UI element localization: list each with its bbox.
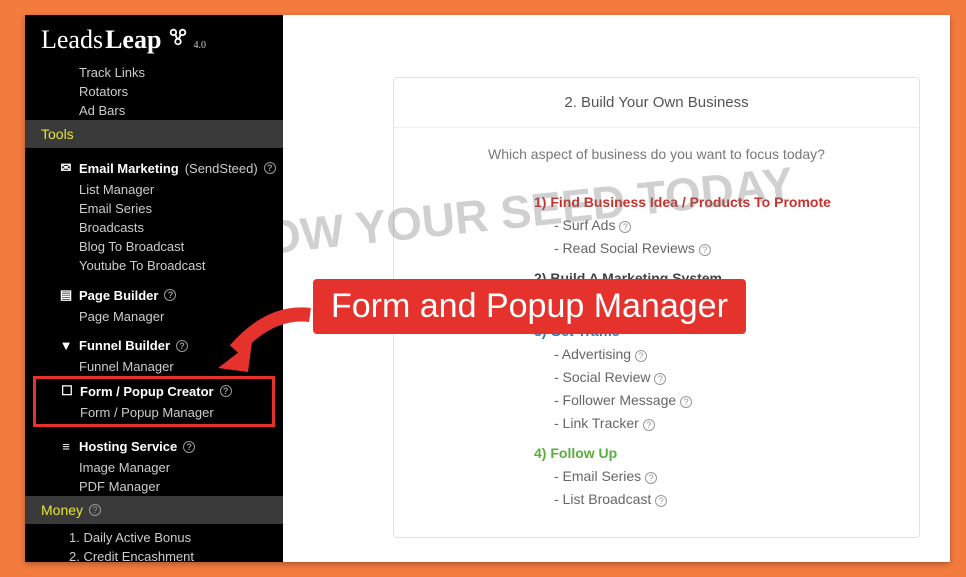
step-link[interactable]: - Read Social Reviews ? bbox=[554, 240, 859, 256]
sidebar-item[interactable]: Blog To Broadcast bbox=[25, 237, 283, 256]
help-icon[interactable]: ? bbox=[619, 221, 631, 233]
section-money-label: Money bbox=[41, 502, 83, 518]
sidebar: LeadsLeap 4.0 Track LinksRotatorsAd Bars… bbox=[25, 15, 283, 562]
step-link[interactable]: - Advertising ? bbox=[554, 346, 859, 362]
section-tools-label: Tools bbox=[41, 126, 74, 142]
callout-label: Form and Popup Manager bbox=[313, 279, 746, 334]
group-label: Email Marketing bbox=[79, 161, 179, 176]
sidebar-item[interactable]: Broadcasts bbox=[25, 218, 283, 237]
step-link[interactable]: - Surf Ads ? bbox=[554, 217, 859, 233]
help-icon[interactable]: ? bbox=[654, 373, 666, 385]
sidebar-item[interactable]: PDF Manager bbox=[25, 477, 283, 496]
sidebar-group-header[interactable]: ≡ Hosting Service ? bbox=[25, 435, 283, 458]
sidebar-item[interactable]: Form / Popup Manager bbox=[36, 403, 272, 422]
sidebar-item[interactable]: Email Series bbox=[25, 199, 283, 218]
help-icon[interactable]: ? bbox=[220, 385, 232, 397]
help-icon[interactable]: ? bbox=[680, 396, 692, 408]
help-icon[interactable]: ? bbox=[164, 289, 176, 301]
help-icon[interactable]: ? bbox=[655, 495, 667, 507]
group-label: Form / Popup Creator bbox=[80, 384, 214, 399]
section-money: Money ? bbox=[25, 496, 283, 524]
help-icon[interactable]: ? bbox=[176, 340, 188, 352]
logo-part1: Leads bbox=[41, 25, 103, 55]
group-icon: ▼ bbox=[59, 338, 73, 353]
section-tools: Tools bbox=[25, 120, 283, 148]
sidebar-group-header[interactable]: ✉ Email Marketing (SendSteed) ? bbox=[25, 156, 283, 180]
logo-version: 4.0 bbox=[193, 40, 206, 51]
group-icon: ▤ bbox=[59, 287, 73, 303]
sidebar-item[interactable]: 1. Daily Active Bonus bbox=[25, 528, 283, 547]
sidebar-item[interactable]: Rotators bbox=[25, 82, 283, 101]
group-label: Funnel Builder bbox=[79, 338, 170, 353]
logo-part2: Leap bbox=[105, 25, 161, 55]
help-icon[interactable]: ? bbox=[645, 472, 657, 484]
step-heading: 4) Follow Up bbox=[534, 445, 859, 461]
sidebar-item[interactable]: 2. Credit Encashment bbox=[25, 547, 283, 562]
step-link[interactable]: - Social Review ? bbox=[554, 369, 859, 385]
arrow-annotation bbox=[210, 300, 320, 380]
sidebar-item[interactable]: Image Manager bbox=[25, 458, 283, 477]
step-link[interactable]: - Link Tracker ? bbox=[554, 415, 859, 431]
group-label: Page Builder bbox=[79, 288, 158, 303]
step-link[interactable]: - Follower Message ? bbox=[554, 392, 859, 408]
logo-icon bbox=[167, 25, 189, 55]
sidebar-item[interactable]: Ad Bars bbox=[25, 101, 283, 120]
sidebar-item[interactable]: List Manager bbox=[25, 180, 283, 199]
help-icon[interactable]: ? bbox=[183, 441, 195, 453]
help-icon[interactable]: ? bbox=[89, 504, 101, 516]
sidebar-item[interactable]: Youtube To Broadcast bbox=[25, 256, 283, 275]
group-icon: ✉ bbox=[59, 160, 73, 176]
step-heading: 1) Find Business Idea / Products To Prom… bbox=[534, 194, 859, 210]
group-icon: ☐ bbox=[60, 383, 74, 399]
help-icon[interactable]: ? bbox=[643, 419, 655, 431]
help-icon[interactable]: ? bbox=[264, 162, 276, 174]
help-icon[interactable]: ? bbox=[635, 350, 647, 362]
card-title: 2. Build Your Own Business bbox=[394, 78, 919, 128]
group-label: Hosting Service bbox=[79, 439, 177, 454]
card-subtitle: Which aspect of business do you want to … bbox=[394, 128, 919, 180]
sidebar-item[interactable]: Track Links bbox=[25, 63, 283, 82]
sidebar-group-header[interactable]: ☐ Form / Popup Creator ? bbox=[36, 379, 272, 403]
group-suffix: (SendSteed) bbox=[185, 161, 258, 176]
step-link[interactable]: - List Broadcast ? bbox=[554, 491, 859, 507]
help-icon[interactable]: ? bbox=[699, 244, 711, 256]
step-link[interactable]: - Email Series ? bbox=[554, 468, 859, 484]
group-icon: ≡ bbox=[59, 439, 73, 454]
logo: LeadsLeap 4.0 bbox=[25, 15, 283, 63]
